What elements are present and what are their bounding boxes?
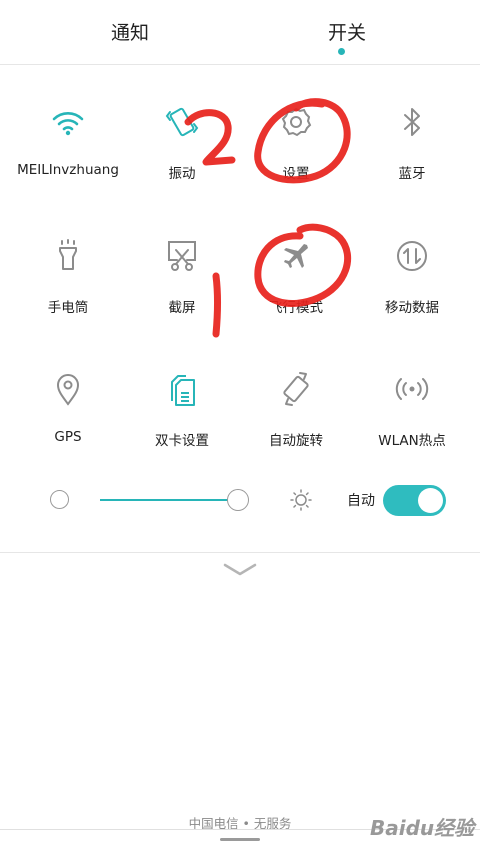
- tile-label: 自动旋转: [269, 433, 323, 449]
- tile-label: 手电筒: [47, 300, 89, 316]
- brightness-slider-thumb[interactable]: [226, 489, 249, 511]
- panel-divider: [0, 552, 480, 553]
- screenshot-icon: [168, 241, 196, 271]
- toggle-knob: [418, 488, 443, 513]
- hotspot-icon: [395, 378, 429, 400]
- brightness-low-icon: [50, 490, 69, 509]
- tile-label: 飞行模式: [269, 300, 323, 316]
- tile-screenshot[interactable]: 截屏: [122, 236, 242, 316]
- tile-vibrate[interactable]: 振动: [122, 102, 242, 182]
- bluetooth-icon: [404, 108, 420, 136]
- tile-airplane-mode[interactable]: 飞行模式: [236, 236, 356, 316]
- tile-label: 振动: [168, 166, 196, 182]
- airplane-icon: [284, 244, 308, 268]
- home-indicator[interactable]: [220, 838, 260, 841]
- auto-rotate-icon: [283, 372, 309, 406]
- flashlight-icon: [59, 239, 77, 270]
- gps-icon: [56, 374, 80, 406]
- dual-sim-icon: [171, 375, 195, 406]
- tile-label: GPS: [54, 429, 82, 445]
- active-tab-indicator: [338, 48, 345, 55]
- chevron-down-icon[interactable]: [222, 560, 258, 580]
- wifi-icon: [52, 112, 84, 136]
- tile-auto-rotate[interactable]: 自动旋转: [236, 369, 356, 449]
- tile-gps[interactable]: GPS: [8, 369, 128, 445]
- tile-wifi[interactable]: MEILInvzhuang: [8, 102, 128, 178]
- tile-hotspot[interactable]: WLAN热点: [352, 369, 472, 449]
- mobile-data-icon: [397, 241, 427, 271]
- tile-label: 移动数据: [385, 300, 439, 316]
- tile-label: 双卡设置: [155, 433, 209, 449]
- tile-label: 设置: [282, 166, 310, 182]
- brightness-row: 自动: [0, 478, 480, 522]
- tile-label: WLAN热点: [378, 433, 446, 449]
- tile-bluetooth[interactable]: 蓝牙: [352, 102, 472, 182]
- tile-label: 截屏: [168, 300, 196, 316]
- tile-mobile-data[interactable]: 移动数据: [352, 236, 472, 316]
- watermark: Baidu经验: [370, 816, 475, 840]
- tab-notifications[interactable]: 通知: [70, 18, 190, 45]
- tile-settings[interactable]: 设置: [236, 102, 356, 182]
- tile-dual-sim[interactable]: 双卡设置: [122, 369, 242, 449]
- brightness-slider-track[interactable]: [100, 499, 248, 501]
- tile-flashlight[interactable]: 手电筒: [8, 236, 128, 316]
- tile-label: MEILInvzhuang: [17, 162, 119, 178]
- auto-brightness-toggle[interactable]: [383, 485, 446, 516]
- tab-switches[interactable]: 开关: [287, 18, 407, 45]
- tile-label: 蓝牙: [398, 166, 426, 182]
- brightness-high-icon: [290, 489, 312, 511]
- vibrate-icon: [165, 107, 199, 137]
- auto-brightness-label: 自动: [347, 493, 375, 509]
- tab-bar: 通知 开关: [0, 0, 480, 65]
- settings-icon: [281, 107, 312, 137]
